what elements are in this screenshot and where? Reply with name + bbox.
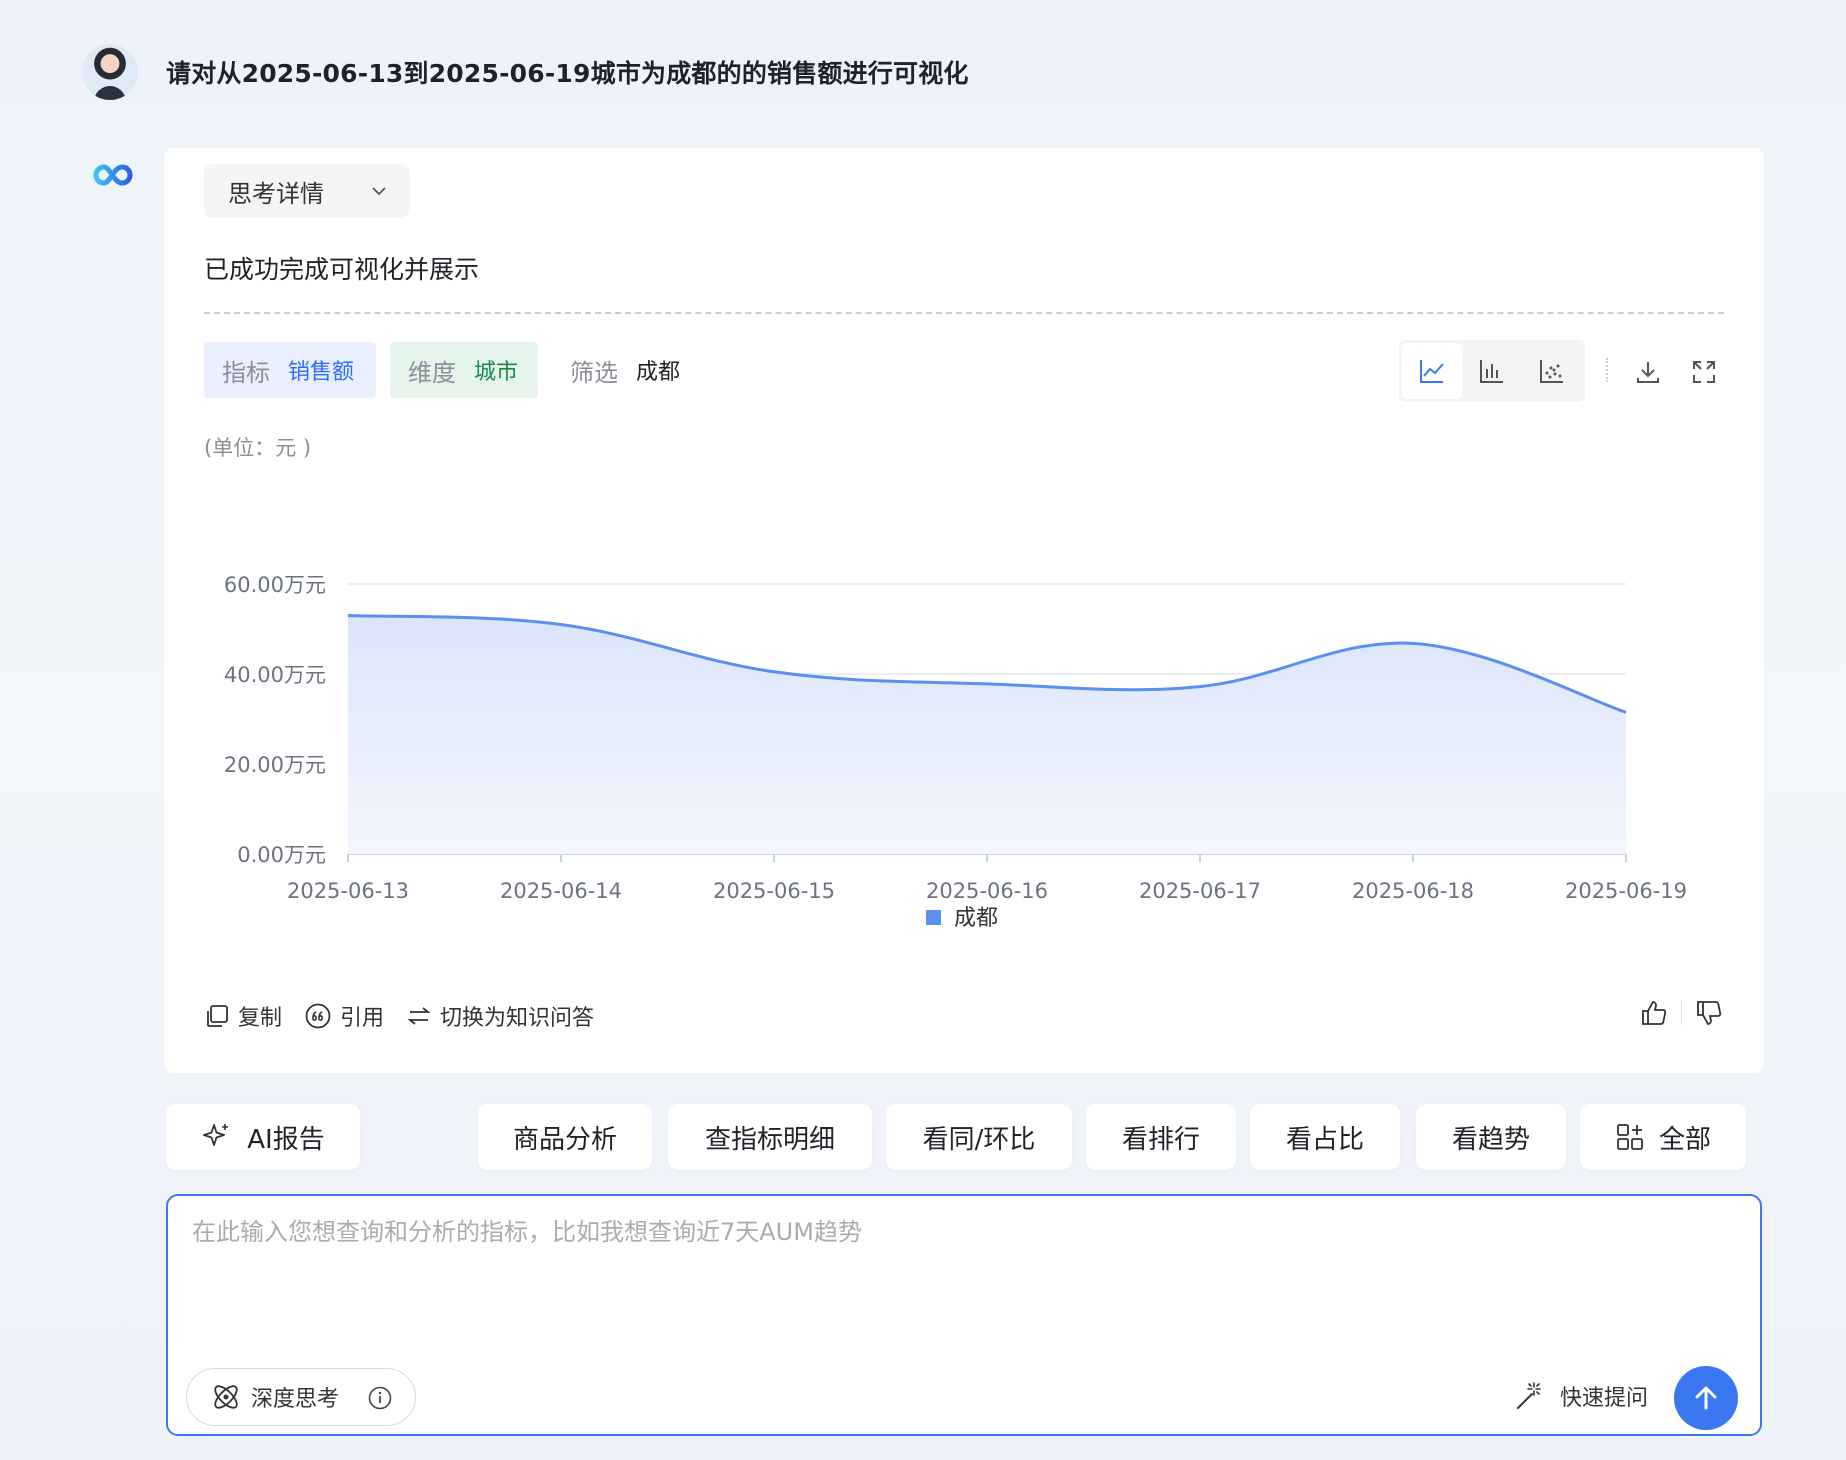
scatter-chart-button[interactable]: [1522, 343, 1582, 399]
sales-area-chart: 0.00万元 20.00万元 40.00万元 60.00万元 2025-06-13 202…: [224, 573, 1687, 931]
x-tick-label: 2025-06-14: [500, 879, 622, 903]
bot-logo-icon: [93, 164, 133, 186]
chevron-down-icon: [372, 187, 386, 196]
send-button[interactable]: [1674, 1366, 1738, 1430]
scatter-chart-icon: [1540, 360, 1563, 383]
dimension-tag-value: 城市: [474, 360, 519, 385]
chip-yoy-mom[interactable]: 看同/环比: [886, 1104, 1072, 1170]
fullscreen-button[interactable]: [1688, 356, 1720, 388]
cite-button[interactable]: 引用: [304, 1000, 384, 1032]
fullscreen-icon: [1693, 361, 1715, 383]
deep-think-toggle[interactable]: 深度思考: [186, 1368, 416, 1426]
apps-icon: [1617, 1124, 1643, 1150]
divider: [204, 312, 1724, 314]
chip-label: 看同/环比: [922, 1124, 1036, 1155]
y-tick-label: 60.00万元: [224, 573, 326, 597]
x-tick-label: 2025-06-19: [1565, 879, 1687, 903]
user-question-text: 请对从2025-06-13到2025-06-19城市为成都的的销售额进行可视化: [166, 59, 969, 88]
think-details-toggle[interactable]: 思考详情: [204, 164, 410, 218]
switch-to-qa-button[interactable]: 切换为知识问答: [406, 1000, 594, 1032]
chip-label: 看趋势: [1451, 1124, 1530, 1155]
sparkle-icon: [203, 1124, 229, 1146]
user-message: 请对从2025-06-13到2025-06-19城市为成都的的销售额进行可视化: [82, 44, 969, 100]
thumbs-up-icon[interactable]: [1639, 998, 1669, 1028]
answer-card: 思考详情 已成功完成可视化并展示 指标 销售额 维度 城市 筛选 成都 (单位：…: [164, 148, 1764, 1073]
legend-label: 成都: [954, 906, 998, 931]
ai-report-button[interactable]: AI报告: [166, 1104, 360, 1170]
chip-label: 商品分析: [512, 1124, 617, 1155]
all-label: 全部: [1658, 1124, 1711, 1155]
unit-label: (单位：元 ): [204, 436, 312, 460]
y-tick-label: 40.00万元: [224, 663, 326, 687]
download-button[interactable]: [1632, 356, 1664, 388]
chip-proportion[interactable]: 看占比: [1250, 1104, 1400, 1170]
user-avatar: [82, 44, 138, 100]
quick-ask-button[interactable]: 快速提问: [1514, 1380, 1648, 1412]
metric-tag-key: 指标: [222, 358, 270, 387]
line-chart-icon: [1420, 360, 1444, 383]
dimension-tag-key: 维度: [408, 358, 456, 387]
chip-label: 看占比: [1285, 1124, 1364, 1155]
line-chart-button[interactable]: [1402, 343, 1462, 399]
switch-icon: [407, 1007, 431, 1025]
switch-label: 切换为知识问答: [440, 1006, 595, 1031]
chip-label: 看排行: [1121, 1124, 1200, 1155]
copy-button[interactable]: 复制: [204, 1000, 282, 1032]
x-tick-label: 2025-06-18: [1352, 879, 1474, 903]
chart-type-switcher: [1399, 340, 1585, 402]
atom-icon: [214, 1385, 238, 1409]
think-details-label: 思考详情: [228, 179, 324, 208]
magic-wand-icon: [1516, 1382, 1541, 1409]
ai-report-label: AI报告: [247, 1124, 325, 1155]
copy-icon: [207, 1005, 228, 1027]
y-tick-label: 0.00万元: [237, 843, 326, 867]
feedback-buttons: [1639, 998, 1724, 1028]
chip-metric-details[interactable]: 查指标明细: [668, 1104, 872, 1170]
filter-tag-value: 成都: [636, 360, 681, 385]
series-area-fill: [348, 615, 1626, 854]
toolbar-divider: [1606, 358, 1608, 382]
download-icon: [1637, 362, 1659, 383]
thumbs-down-icon[interactable]: [1694, 998, 1724, 1028]
bar-chart-icon: [1480, 360, 1503, 383]
metric-tag-value: 销售额: [288, 360, 355, 385]
answer-actions: 复制 引用 切换为知识问答: [204, 1000, 616, 1032]
chip-label: 查指标明细: [704, 1124, 835, 1155]
chip-ranking[interactable]: 看排行: [1086, 1104, 1236, 1170]
info-icon[interactable]: [367, 1385, 393, 1411]
chip-trend[interactable]: 看趋势: [1416, 1104, 1566, 1170]
answer-status-text: 已成功完成可视化并展示: [204, 255, 480, 284]
all-chips-button[interactable]: 全部: [1580, 1104, 1746, 1170]
legend-swatch: [926, 910, 941, 925]
x-tick-label: 2025-06-15: [713, 879, 835, 903]
metric-tag: 指标 销售额: [204, 342, 376, 398]
cite-label: 引用: [340, 1006, 385, 1031]
quote-icon: [305, 1003, 331, 1029]
feedback-divider: [1681, 1001, 1682, 1025]
y-tick-label: 20.00万元: [224, 753, 326, 777]
dimension-tag: 维度 城市: [390, 342, 538, 398]
copy-label: 复制: [238, 1006, 283, 1031]
arrow-up-icon: [1695, 1386, 1717, 1410]
filter-tag: 筛选 成都: [552, 342, 698, 398]
deep-think-label: 深度思考: [251, 1387, 340, 1412]
chip-product-analysis[interactable]: 商品分析: [478, 1104, 652, 1170]
x-tick-label: 2025-06-13: [287, 879, 409, 903]
filter-tag-key: 筛选: [570, 358, 618, 387]
x-tick-label: 2025-06-16: [926, 879, 1048, 903]
bar-chart-button[interactable]: [1462, 343, 1522, 399]
quick-actions-row: AI报告 商品分析 查指标明细 看同/环比 看排行 看占比 看趋势 全部: [164, 1104, 1764, 1170]
query-input-box: 深度思考 快速提问: [166, 1194, 1762, 1436]
x-tick-label: 2025-06-17: [1139, 879, 1261, 903]
query-input[interactable]: [192, 1212, 1732, 1322]
quick-ask-label: 快速提问: [1559, 1386, 1648, 1411]
